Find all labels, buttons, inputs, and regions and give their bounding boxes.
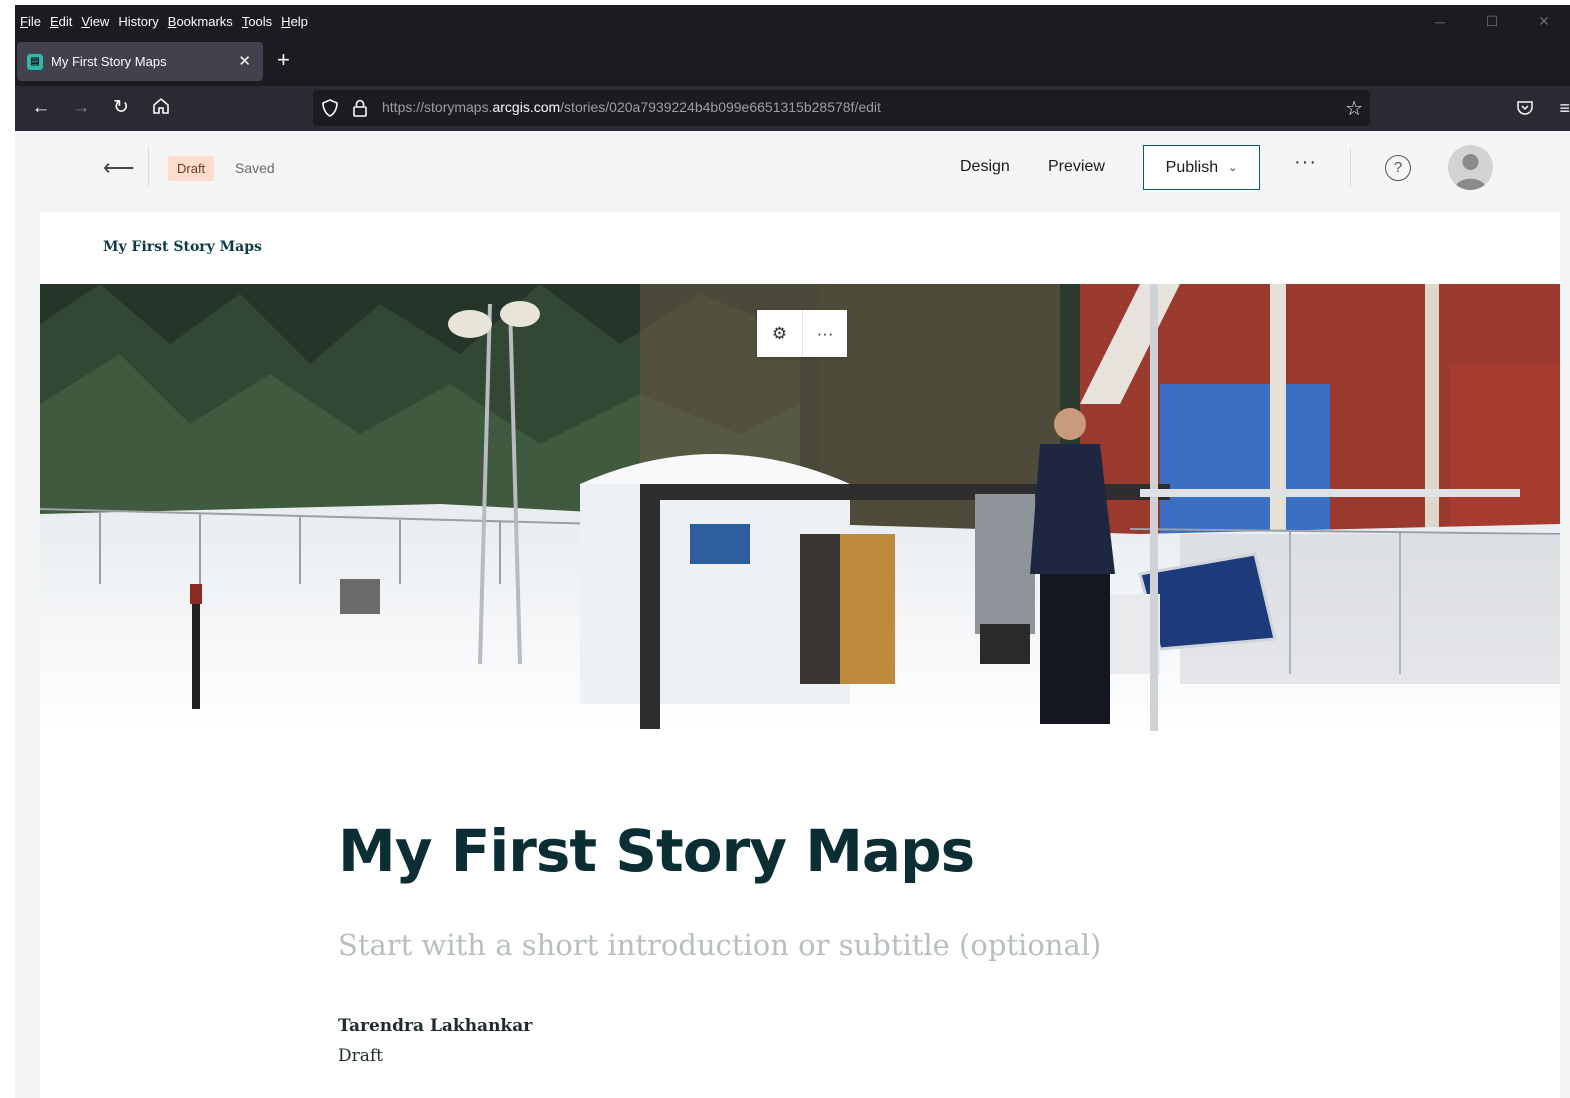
divider — [148, 147, 149, 187]
story-canvas: My First Story Maps ⚙ ··· My First Story… — [40, 212, 1560, 1098]
tracking-shield-icon[interactable] — [321, 98, 339, 118]
more-options-icon[interactable]: ··· — [802, 310, 847, 357]
chevron-down-icon: ⌄ — [1228, 162, 1238, 174]
home-icon[interactable] — [148, 96, 174, 123]
publish-label: Publish — [1165, 158, 1219, 176]
navigation-bar: ← → ↻ https://storymaps.arcgis.com/stori… — [15, 86, 1570, 131]
tab-strip: ▤ My First Story Maps ✕ + — [15, 38, 1570, 86]
menu-tools[interactable]: Tools — [242, 14, 272, 29]
builder-header: ⟵ Draft Saved Design Preview Publish ⌄ ·… — [15, 131, 1570, 211]
minimize-icon[interactable]: ─ — [1414, 14, 1466, 30]
help-icon[interactable]: ? — [1385, 155, 1411, 181]
save-status: Saved — [235, 160, 275, 176]
publish-button[interactable]: Publish ⌄ — [1143, 145, 1260, 190]
lock-icon[interactable] — [351, 98, 369, 118]
menu-help[interactable]: Help — [281, 14, 308, 29]
story-nav-title[interactable]: My First Story Maps — [103, 239, 262, 255]
menu-bar: File Edit View History Bookmarks Tools H… — [15, 5, 1570, 38]
draft-badge: Draft — [168, 156, 215, 181]
app-menu-icon[interactable]: ≡ — [1559, 98, 1570, 119]
menu-view[interactable]: View — [81, 14, 109, 29]
menu-file[interactable]: File — [20, 14, 41, 29]
forward-icon[interactable]: → — [68, 96, 94, 120]
more-options-button[interactable]: ··· — [1294, 151, 1317, 174]
menu-bookmarks[interactable]: Bookmarks — [168, 14, 233, 29]
pocket-icon[interactable] — [1515, 98, 1535, 118]
new-tab-icon[interactable]: + — [277, 48, 290, 72]
url-text: https://storymaps.arcgis.com/stories/020… — [382, 99, 881, 115]
settings-gear-icon[interactable]: ⚙ — [757, 310, 802, 357]
menu-history[interactable]: History — [118, 14, 158, 29]
avatar[interactable] — [1448, 145, 1493, 190]
storymaps-builder: ⟵ Draft Saved Design Preview Publish ⌄ ·… — [15, 131, 1570, 1098]
back-arrow-icon[interactable]: ⟵ — [103, 155, 135, 181]
subtitle-input[interactable]: Start with a short introduction or subti… — [338, 928, 1101, 962]
image-toolbar: ⚙ ··· — [757, 310, 847, 357]
back-icon[interactable]: ← — [28, 96, 54, 120]
browser-tab-active[interactable]: ▤ My First Story Maps ✕ — [17, 42, 263, 81]
storymaps-favicon-icon: ▤ — [27, 53, 43, 70]
maximize-icon[interactable]: ☐ — [1466, 13, 1518, 30]
reload-icon[interactable]: ↻ — [108, 96, 134, 120]
close-window-icon[interactable]: ✕ — [1518, 13, 1570, 30]
author-name: Tarendra Lakhankar — [338, 1016, 533, 1036]
cover-image[interactable]: ⚙ ··· — [40, 284, 1560, 731]
preview-button[interactable]: Preview — [1048, 158, 1105, 176]
story-title[interactable]: My First Story Maps — [338, 817, 975, 885]
design-button[interactable]: Design — [960, 158, 1010, 176]
divider — [1350, 147, 1351, 187]
window-controls: ─ ☐ ✕ — [1414, 5, 1570, 38]
menu-edit[interactable]: Edit — [50, 14, 72, 29]
address-bar[interactable]: https://storymaps.arcgis.com/stories/020… — [313, 90, 1370, 126]
publish-status: Draft — [338, 1046, 384, 1066]
bookmark-star-icon[interactable]: ☆ — [1345, 96, 1363, 121]
close-tab-icon[interactable]: ✕ — [238, 52, 251, 70]
tab-title: My First Story Maps — [51, 54, 167, 69]
